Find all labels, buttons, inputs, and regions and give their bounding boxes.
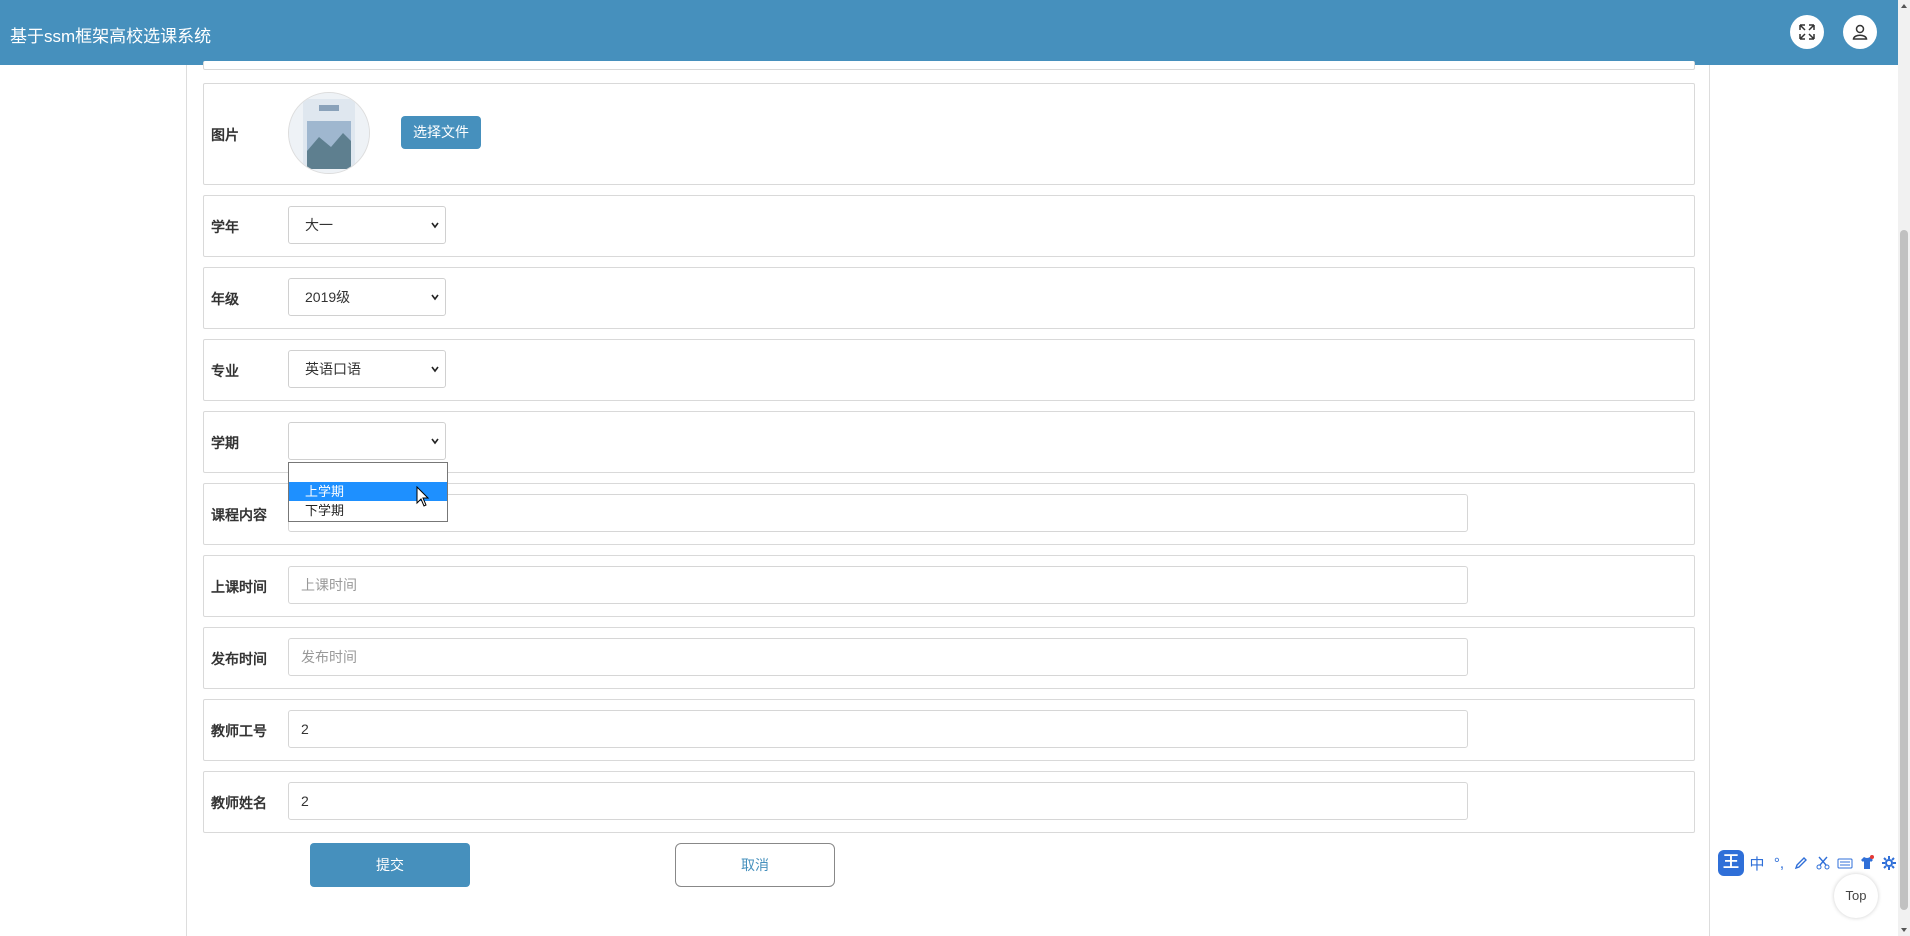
teacher-name-label: 教师姓名: [211, 795, 267, 811]
form-row-grade: 年级 2019级: [203, 267, 1695, 329]
shirt-icon[interactable]: [1858, 855, 1876, 871]
academic-year-select[interactable]: 大一: [288, 206, 446, 244]
academic-year-value: 大一: [305, 217, 333, 233]
form-row-major: 专业 英语口语: [203, 339, 1695, 401]
keyboard-icon[interactable]: [1836, 855, 1854, 871]
ime-chinese-mode[interactable]: 中: [1748, 853, 1766, 874]
form-row-class-time: 上课时间 上课时间: [203, 555, 1695, 617]
cancel-button[interactable]: 取消: [675, 843, 835, 887]
choose-file-button[interactable]: 选择文件: [401, 116, 481, 149]
scroll-up-icon[interactable]: [1900, 2, 1908, 10]
chevron-down-icon: [431, 294, 439, 301]
semester-label: 学期: [211, 435, 239, 451]
form-row-teacher-id: 教师工号 2: [203, 699, 1695, 761]
form-row-image: 图片 选择文件: [203, 83, 1695, 185]
user-icon: [1852, 24, 1868, 40]
class-time-label: 上课时间: [211, 579, 267, 595]
image-label: 图片: [211, 127, 239, 143]
semester-select[interactable]: [288, 422, 446, 460]
teacher-id-input[interactable]: 2: [288, 710, 1468, 748]
scissors-icon[interactable]: [1814, 855, 1832, 871]
semester-option-blank[interactable]: [289, 463, 447, 482]
mouse-cursor-icon: [416, 486, 430, 507]
user-button[interactable]: [1843, 15, 1877, 49]
class-time-input[interactable]: 上课时间: [288, 566, 1468, 604]
major-select[interactable]: 英语口语: [288, 350, 446, 388]
teacher-name-input[interactable]: 2: [288, 782, 1468, 820]
course-image: [288, 92, 370, 174]
chevron-down-icon: [431, 222, 439, 229]
grade-label: 年级: [211, 291, 239, 307]
page-scrollbar[interactable]: [1898, 0, 1910, 936]
major-value: 英语口语: [305, 361, 361, 377]
ime-toolbar: 王 中 °,: [1718, 850, 1910, 876]
app-title: 基于ssm框架高校选课系统: [10, 27, 212, 46]
pen-icon[interactable]: [1792, 855, 1810, 871]
form-row-academic-year: 学年 大一: [203, 195, 1695, 257]
scroll-down-icon[interactable]: [1900, 926, 1908, 934]
ime-punctuation[interactable]: °,: [1770, 855, 1788, 872]
academic-year-label: 学年: [211, 219, 239, 235]
publish-time-input[interactable]: 发布时间: [288, 638, 1468, 676]
grade-select[interactable]: 2019级: [288, 278, 446, 316]
gear-icon[interactable]: [1880, 855, 1898, 871]
chevron-down-icon: [431, 438, 439, 445]
book-cover-image: [289, 93, 369, 173]
ime-logo[interactable]: 王: [1718, 850, 1744, 876]
back-to-top-button[interactable]: Top: [1834, 874, 1878, 918]
grade-value: 2019级: [305, 289, 351, 305]
form-row-teacher-name: 教师姓名 2: [203, 771, 1695, 833]
fullscreen-icon: [1799, 24, 1815, 40]
chevron-down-icon: [431, 366, 439, 373]
top-bar: 基于ssm框架高校选课系统: [0, 0, 1898, 65]
form-row-publish-time: 发布时间 发布时间: [203, 627, 1695, 689]
scroll-thumb[interactable]: [1900, 230, 1908, 910]
fullscreen-button[interactable]: [1790, 15, 1824, 49]
major-label: 专业: [211, 363, 239, 379]
course-content-input[interactable]: [288, 494, 1468, 532]
course-content-label: 课程内容: [211, 507, 267, 523]
publish-time-label: 发布时间: [211, 651, 267, 667]
teacher-id-label: 教师工号: [211, 723, 267, 739]
submit-button[interactable]: 提交: [310, 843, 470, 887]
form-row-partial: [203, 61, 1695, 70]
